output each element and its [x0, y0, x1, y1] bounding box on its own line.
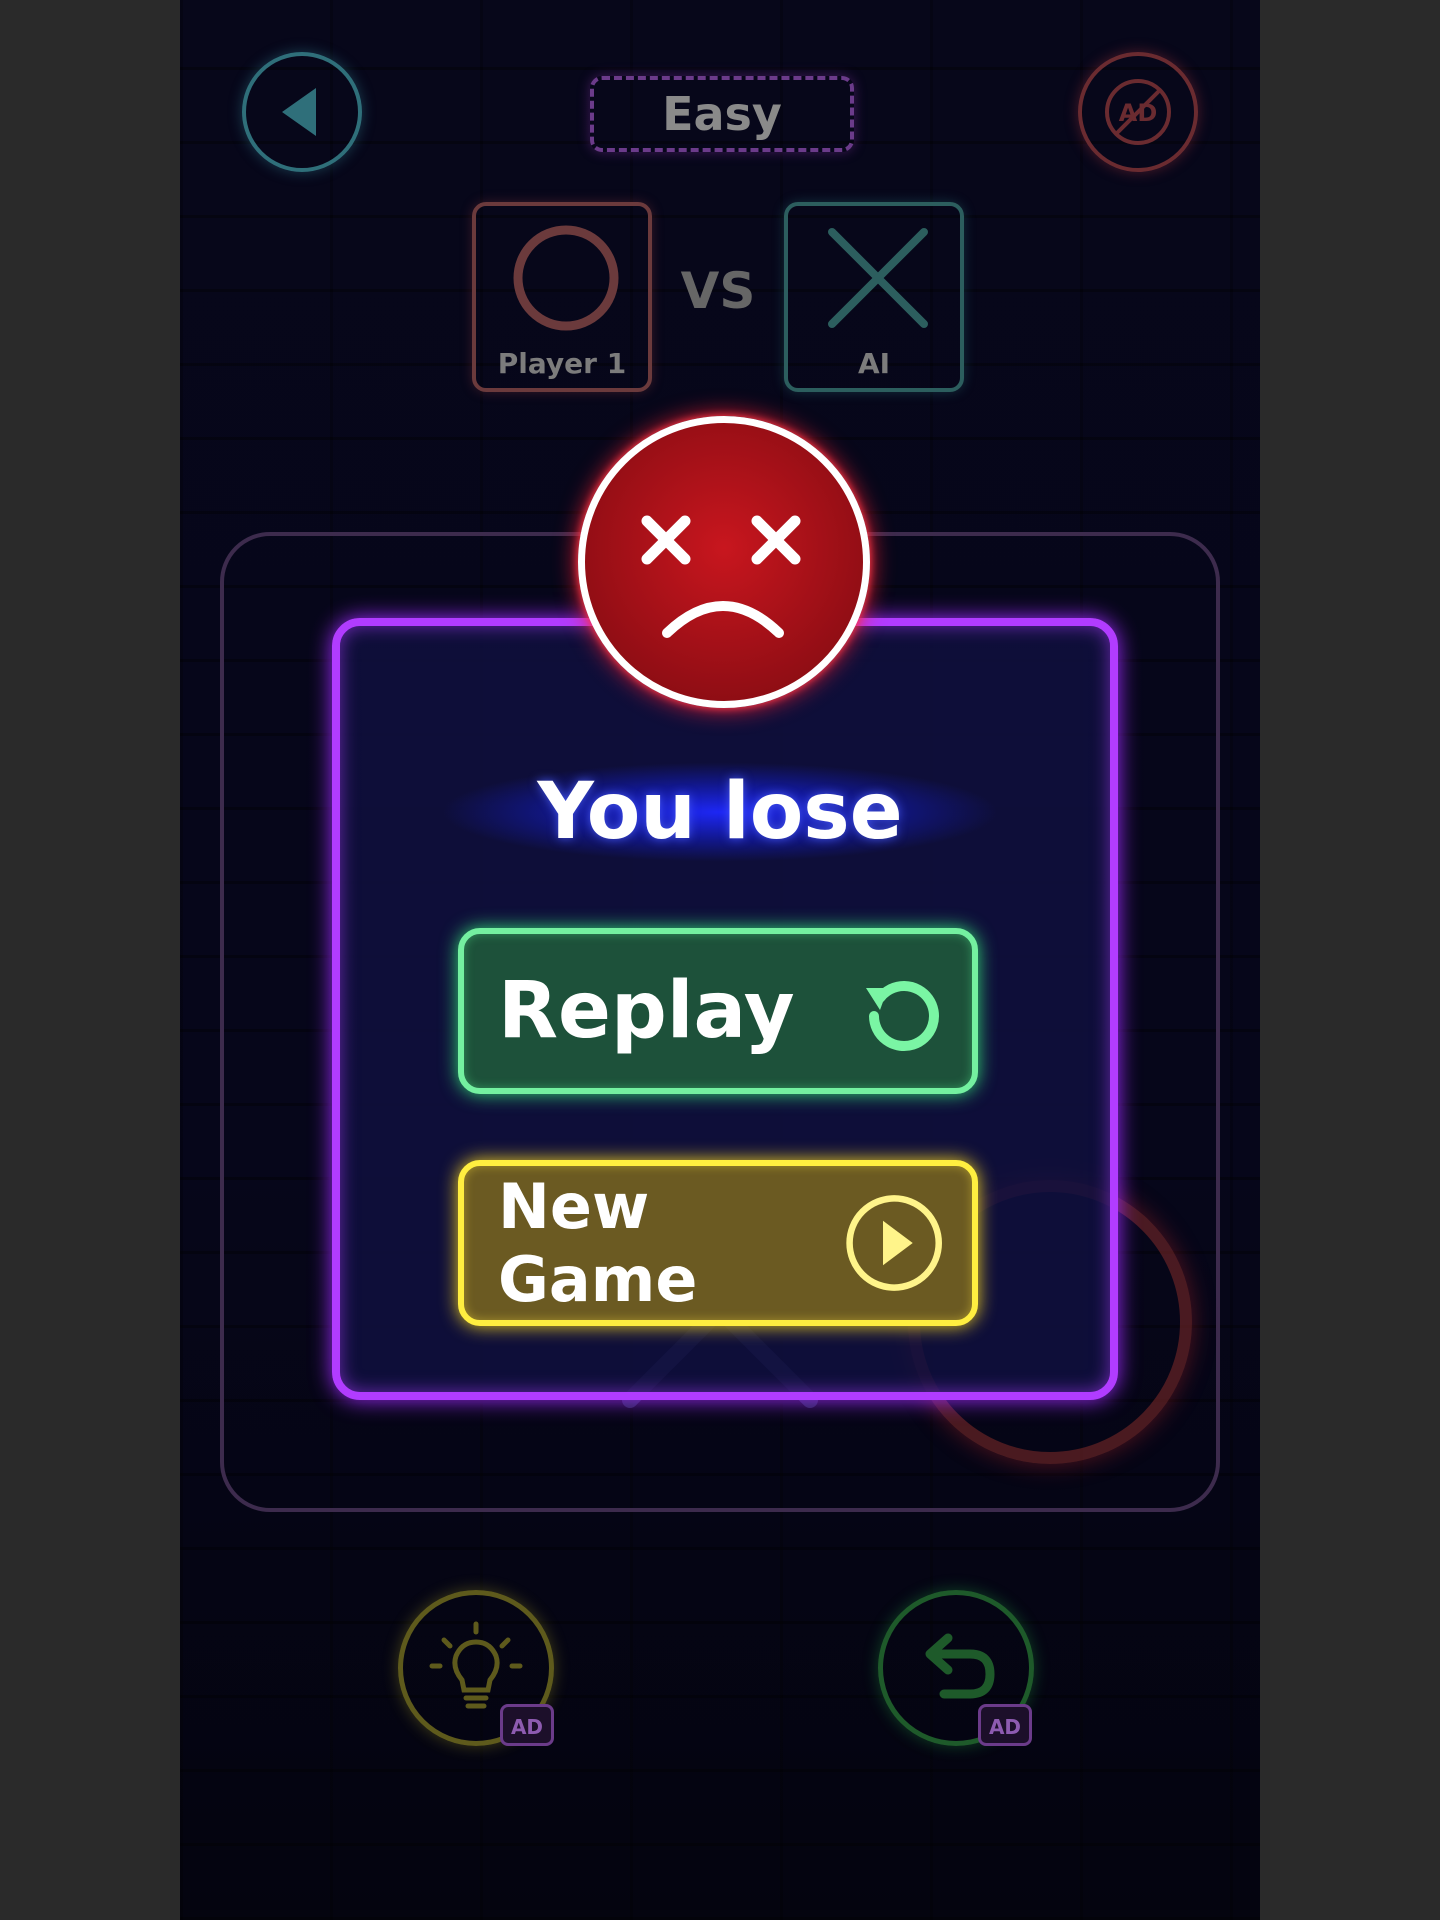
back-button[interactable]	[242, 52, 362, 172]
remove-ads-button[interactable]: AD	[1078, 52, 1198, 172]
o-symbol-icon	[513, 225, 619, 331]
result-title: You lose	[440, 762, 1000, 862]
back-triangle-icon	[282, 88, 316, 136]
undo-ad-badge: AD	[978, 1704, 1032, 1746]
ai-name: AI	[857, 347, 891, 380]
x-symbol-icon	[828, 228, 928, 328]
sad-face-icon	[578, 416, 870, 708]
replay-label: Replay	[498, 966, 795, 1056]
no-ads-icon: AD	[1105, 79, 1171, 145]
player1-card: Player 1	[472, 202, 652, 392]
new-game-button[interactable]: New Game	[458, 1160, 978, 1326]
player1-name: Player 1	[497, 347, 627, 380]
lightbulb-icon	[429, 1621, 523, 1709]
difficulty-label[interactable]: Easy	[590, 76, 854, 152]
replay-icon	[866, 981, 939, 1051]
undo-icon	[925, 1633, 995, 1699]
new-game-label: New Game	[498, 1170, 698, 1316]
replay-button[interactable]: Replay	[458, 928, 978, 1094]
game-screen: Easy AD Player 1 VS AI You lose Replay N…	[180, 0, 1260, 1920]
no-ads-label: AD	[1119, 99, 1158, 127]
ai-card: AI	[784, 202, 964, 392]
play-icon	[846, 1195, 942, 1291]
vs-label: VS	[680, 262, 756, 320]
hint-ad-badge: AD	[500, 1704, 554, 1746]
